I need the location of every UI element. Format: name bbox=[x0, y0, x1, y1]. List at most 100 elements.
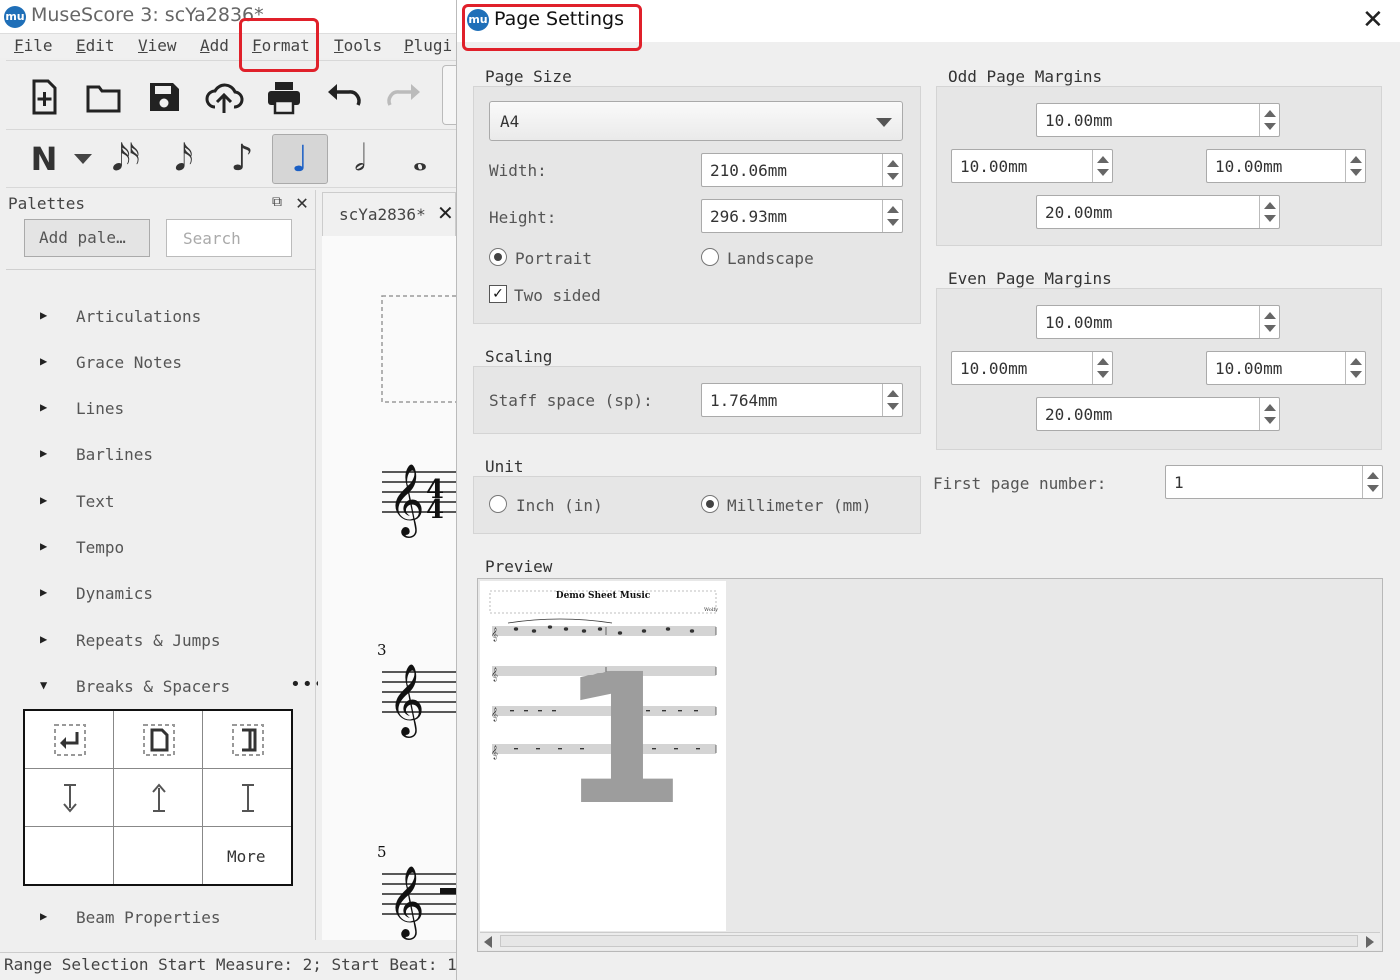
height-input[interactable] bbox=[702, 200, 882, 232]
cloud-upload-icon[interactable] bbox=[204, 77, 244, 117]
palette-more-button[interactable]: More bbox=[203, 827, 291, 884]
toolbar-overflow-widget[interactable] bbox=[442, 65, 456, 125]
width-spinbox[interactable] bbox=[701, 153, 903, 187]
palette-cell-line-break[interactable] bbox=[25, 711, 114, 769]
inch-radio[interactable] bbox=[489, 495, 507, 513]
duration-64th-button[interactable]: 𝅘𝅥𝅯𝅯 bbox=[98, 134, 154, 184]
score-tab[interactable]: scYa2836* ✕ bbox=[322, 192, 456, 236]
spin-up-icon[interactable] bbox=[1097, 358, 1109, 365]
spin-down-icon[interactable] bbox=[1097, 169, 1109, 176]
scroll-left-icon[interactable] bbox=[484, 936, 492, 948]
odd-left-margin-input[interactable] bbox=[952, 150, 1092, 182]
spin-up-icon[interactable] bbox=[887, 160, 899, 167]
undo-icon[interactable] bbox=[324, 77, 364, 117]
palette-item-articulations[interactable]: ▶ Articulations bbox=[36, 304, 306, 332]
first-page-number-input[interactable] bbox=[1166, 466, 1362, 498]
duration-quarter-button[interactable]: ♩ bbox=[272, 134, 328, 184]
preview-panel[interactable]: 𝄞 𝄞 𝄞 𝄞 Demo Sheet Music Wolfy 1 bbox=[477, 578, 1383, 952]
spin-down-icon[interactable] bbox=[887, 219, 899, 226]
close-icon[interactable]: ✕ bbox=[296, 190, 308, 214]
redo-icon[interactable] bbox=[384, 77, 424, 117]
palette-search-input[interactable] bbox=[166, 219, 292, 257]
odd-top-margin-input[interactable] bbox=[1037, 104, 1259, 136]
even-left-margin-input[interactable] bbox=[952, 352, 1092, 384]
menu-view[interactable]: View bbox=[138, 36, 177, 55]
duration-eighth-button[interactable]: ♪ bbox=[214, 134, 270, 184]
menu-plugins[interactable]: Plugi bbox=[404, 36, 452, 55]
chevron-down-icon[interactable] bbox=[74, 154, 92, 164]
spin-down-icon[interactable] bbox=[1350, 169, 1362, 176]
scroll-right-icon[interactable] bbox=[1366, 936, 1374, 948]
spin-up-icon[interactable] bbox=[1097, 156, 1109, 163]
spin-down-icon[interactable] bbox=[1264, 215, 1276, 222]
spin-down-icon[interactable] bbox=[887, 173, 899, 180]
spin-up-icon[interactable] bbox=[1264, 312, 1276, 319]
spin-up-icon[interactable] bbox=[887, 206, 899, 213]
close-tab-icon[interactable]: ✕ bbox=[437, 201, 454, 225]
undock-icon[interactable]: ⧉ bbox=[272, 194, 282, 210]
preview-horizontal-scrollbar[interactable] bbox=[480, 932, 1380, 950]
spin-down-icon[interactable] bbox=[1264, 417, 1276, 424]
duration-half-button[interactable]: 𝅗𝅥 bbox=[332, 134, 388, 184]
landscape-radio[interactable] bbox=[701, 248, 719, 266]
duration-whole-button[interactable]: 𝅝 bbox=[392, 134, 448, 184]
spin-down-icon[interactable] bbox=[1367, 485, 1379, 492]
spin-up-icon[interactable] bbox=[1367, 472, 1379, 479]
palette-item-barlines[interactable]: ▶ Barlines bbox=[36, 442, 306, 470]
spin-down-icon[interactable] bbox=[1264, 325, 1276, 332]
odd-bottom-margin-spinbox[interactable] bbox=[1036, 195, 1280, 229]
millimeter-radio[interactable] bbox=[701, 495, 719, 513]
staff-space-spinbox[interactable] bbox=[701, 383, 903, 417]
even-top-margin-input[interactable] bbox=[1037, 306, 1259, 338]
palette-cell-staff-spacer-up[interactable] bbox=[114, 769, 203, 827]
palette-item-tempo[interactable]: ▶ Tempo bbox=[36, 535, 306, 563]
even-top-margin-spinbox[interactable] bbox=[1036, 305, 1280, 339]
odd-left-margin-spinbox[interactable] bbox=[951, 149, 1113, 183]
palette-cell-page-break[interactable] bbox=[114, 711, 203, 769]
spin-down-icon[interactable] bbox=[887, 403, 899, 410]
palette-item-dynamics[interactable]: ▶ Dynamics bbox=[36, 581, 306, 609]
portrait-radio[interactable] bbox=[489, 248, 507, 266]
page-size-dropdown[interactable]: A4 bbox=[489, 101, 903, 141]
menu-file[interactable]: File bbox=[14, 36, 53, 55]
add-palettes-button[interactable]: Add pale… bbox=[24, 219, 150, 257]
odd-right-margin-spinbox[interactable] bbox=[1206, 149, 1366, 183]
width-input[interactable] bbox=[702, 154, 882, 186]
spin-down-icon[interactable] bbox=[1350, 371, 1362, 378]
spin-down-icon[interactable] bbox=[1097, 371, 1109, 378]
note-input-mode-button[interactable]: N bbox=[16, 134, 72, 184]
print-icon[interactable] bbox=[264, 77, 304, 117]
menu-tools[interactable]: Tools bbox=[334, 36, 382, 55]
save-icon[interactable] bbox=[144, 77, 184, 117]
spin-down-icon[interactable] bbox=[1264, 123, 1276, 130]
odd-bottom-margin-input[interactable] bbox=[1037, 196, 1259, 228]
odd-top-margin-spinbox[interactable] bbox=[1036, 103, 1280, 137]
palette-cell-staff-spacer-fixed[interactable] bbox=[203, 769, 291, 827]
height-spinbox[interactable] bbox=[701, 199, 903, 233]
even-left-margin-spinbox[interactable] bbox=[951, 351, 1113, 385]
spin-up-icon[interactable] bbox=[1350, 358, 1362, 365]
palette-item-breaks-spacers[interactable]: ▼ Breaks & Spacers ••• bbox=[36, 674, 325, 702]
spin-up-icon[interactable] bbox=[1264, 110, 1276, 117]
even-right-margin-input[interactable] bbox=[1207, 352, 1345, 384]
spin-up-icon[interactable] bbox=[887, 390, 899, 397]
palette-item-grace-notes[interactable]: ▶ Grace Notes bbox=[36, 350, 306, 378]
palette-item-repeats-jumps[interactable]: ▶ Repeats & Jumps bbox=[36, 628, 306, 656]
menu-add[interactable]: Add bbox=[200, 36, 229, 55]
spin-up-icon[interactable] bbox=[1264, 404, 1276, 411]
palette-item-text[interactable]: ▶ Text bbox=[36, 489, 306, 517]
staff-space-input[interactable] bbox=[702, 384, 882, 416]
menu-edit[interactable]: Edit bbox=[76, 36, 115, 55]
open-folder-icon[interactable] bbox=[84, 77, 124, 117]
first-page-number-spinbox[interactable] bbox=[1165, 465, 1383, 499]
palette-item-lines[interactable]: ▶ Lines bbox=[36, 396, 306, 424]
close-icon[interactable]: ✕ bbox=[1362, 5, 1384, 35]
even-bottom-margin-input[interactable] bbox=[1037, 398, 1259, 430]
spin-up-icon[interactable] bbox=[1350, 156, 1362, 163]
even-bottom-margin-spinbox[interactable] bbox=[1036, 397, 1280, 431]
new-file-icon[interactable] bbox=[24, 77, 64, 117]
score-canvas[interactable]: 𝄞 4 4 𝄞 𝄞 3 5 bbox=[322, 236, 456, 940]
scrollbar-track[interactable] bbox=[500, 935, 1358, 947]
even-right-margin-spinbox[interactable] bbox=[1206, 351, 1366, 385]
spin-up-icon[interactable] bbox=[1264, 202, 1276, 209]
